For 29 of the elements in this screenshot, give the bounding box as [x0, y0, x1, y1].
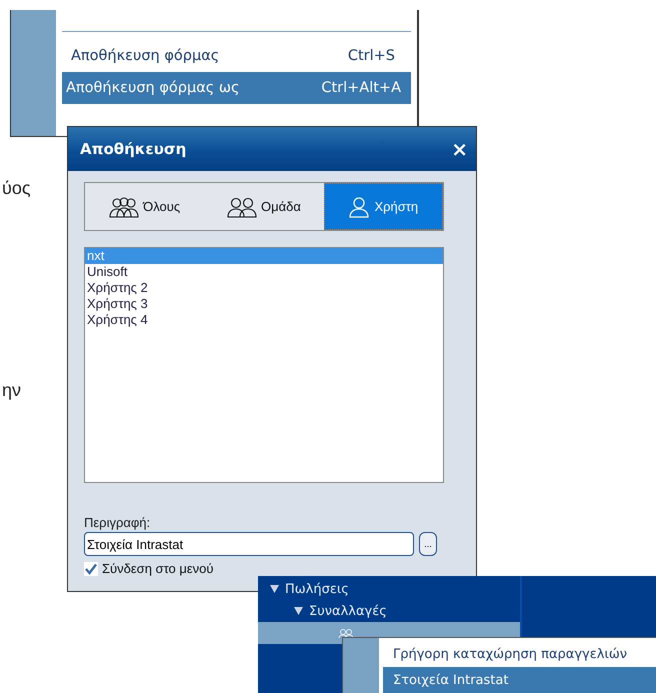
audience-tab[interactable]: Όλους: [85, 183, 204, 230]
menu-item[interactable]: Γρήγορη καταχώρηση παραγγελιών: [383, 641, 656, 667]
people-icon: [109, 196, 140, 218]
menu-item[interactable]: Αποθήκευση φόρμας ως Ctrl+Alt+A: [62, 72, 411, 104]
tree-item[interactable]: Συναλλαγές: [258, 600, 520, 622]
menu-gutter: [343, 638, 379, 693]
people-icon: [338, 628, 354, 638]
expand-triangle-icon: [294, 607, 303, 615]
document-text: ην: [2, 380, 22, 401]
audience-tab[interactable]: Χρήστη: [324, 183, 443, 230]
checkbox[interactable]: [84, 562, 98, 576]
audience-tab[interactable]: Ομάδα: [204, 183, 324, 230]
checkbox-label: Σύνδεση στο μενού: [102, 561, 214, 576]
tree-item[interactable]: Πωλήσεις: [258, 578, 520, 600]
user-list-item[interactable]: Unisoft: [85, 264, 443, 280]
browse-button[interactable]: ...: [419, 532, 437, 556]
menu-item[interactable]: Στοιχεία Intrastat: [383, 667, 656, 693]
user-list-item[interactable]: Χρήστης 2: [85, 280, 443, 296]
description-label: Περιγραφή:: [84, 515, 152, 530]
document-text: ύος: [2, 178, 31, 199]
dialog-title: Αποθήκευση: [80, 140, 186, 158]
people-icon: [227, 196, 258, 218]
user-list-item[interactable]: Χρήστης 4: [85, 312, 443, 328]
expand-triangle-icon: [270, 585, 279, 593]
close-button[interactable]: ×: [451, 137, 468, 161]
description-field[interactable]: Στοιχεία Intrastat: [84, 532, 414, 556]
user-icon: [348, 196, 370, 218]
menu-item[interactable]: Αποθήκευση φόρμας Ctrl+S: [62, 40, 411, 72]
user-list-item[interactable]: Χρήστης 3: [85, 296, 443, 312]
